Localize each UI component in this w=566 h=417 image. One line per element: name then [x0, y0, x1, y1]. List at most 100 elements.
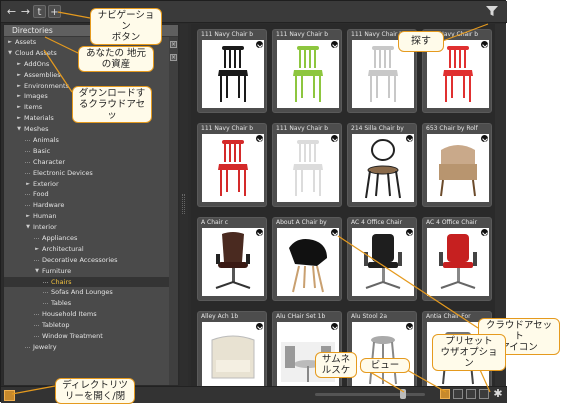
- tree-item-label: Exterior: [33, 179, 59, 188]
- tree-item[interactable]: Animals: [4, 135, 170, 146]
- cloud-download-icon[interactable]: [330, 322, 339, 331]
- tree-item[interactable]: Character: [4, 157, 170, 168]
- tree-item[interactable]: Food: [4, 189, 170, 200]
- tree-item-label: Hardware: [33, 201, 65, 210]
- tree-item-label: Food: [33, 190, 49, 199]
- collapsed-arrow-icon[interactable]: ►: [33, 244, 41, 255]
- tree-item[interactable]: Chairs: [4, 276, 170, 288]
- directories-panel: Directories ► Assets ▼ Cloud Assets ► AddOns ►…: [3, 24, 179, 386]
- up-directory-icon[interactable]: t: [33, 5, 46, 18]
- close-icon[interactable]: ×: [170, 41, 177, 48]
- callout-preset-options: プリセット ウザオプション: [432, 334, 506, 371]
- tree-item[interactable]: Basic: [4, 146, 170, 157]
- tree-item[interactable]: Window Treatment: [4, 331, 170, 342]
- asset-thumbnail-card[interactable]: AC 4 Office Chair: [422, 217, 492, 301]
- asset-title: Alu Stool 2a: [351, 313, 388, 320]
- collapsed-arrow-icon[interactable]: ►: [15, 81, 23, 92]
- asset-title: AC 4 Office Chair: [351, 219, 403, 226]
- cloud-download-icon[interactable]: [255, 228, 264, 237]
- expanded-arrow-icon[interactable]: ▼: [24, 222, 32, 233]
- back-icon[interactable]: ←: [5, 5, 18, 18]
- tree-connector: [34, 238, 39, 240]
- tree-item[interactable]: Hardware: [4, 200, 170, 211]
- asset-thumbnail-card[interactable]: Alley Ach 1b: [197, 311, 267, 386]
- cloud-download-icon[interactable]: [405, 228, 414, 237]
- collapsed-arrow-icon[interactable]: ►: [15, 70, 23, 81]
- asset-title: 111 Navy Chair b: [276, 125, 329, 132]
- asset-thumbnail-card[interactable]: A Chair c: [197, 217, 267, 301]
- grid-view-button[interactable]: [440, 389, 450, 399]
- tree-item[interactable]: ▼ Meshes: [4, 124, 170, 135]
- collapsed-arrow-icon[interactable]: ►: [15, 113, 23, 124]
- expanded-arrow-icon[interactable]: ▼: [6, 48, 14, 59]
- thumbnail-scale-slider[interactable]: [315, 393, 425, 396]
- tree-item[interactable]: Jewelry: [4, 342, 170, 353]
- cloud-download-icon[interactable]: [480, 134, 489, 143]
- cloud-download-icon[interactable]: [330, 228, 339, 237]
- asset-thumbnail-card[interactable]: 214 Silla Chair by: [347, 123, 417, 207]
- asset-thumbnail-card[interactable]: About A Chair by: [272, 217, 342, 301]
- asset-thumbnail-card[interactable]: Alu Stool 2a: [347, 311, 417, 386]
- expanded-arrow-icon[interactable]: ▼: [15, 124, 23, 135]
- filter-funnel-icon[interactable]: [485, 4, 499, 18]
- tree-item[interactable]: Sofas And Lounges: [4, 287, 170, 298]
- tree-item[interactable]: ► Human: [4, 211, 170, 222]
- chair-thumbnail: [202, 228, 264, 296]
- callout-nav-buttons: ナビゲーション ボタン: [90, 8, 162, 45]
- tree-item[interactable]: Household Items: [4, 309, 170, 320]
- tree-item[interactable]: Tabletop: [4, 320, 170, 331]
- list-view-button[interactable]: [466, 389, 476, 399]
- tree-scrollbar[interactable]: × ×: [169, 37, 178, 385]
- chair-thumbnail: [352, 134, 414, 202]
- detail-view-button[interactable]: [479, 389, 489, 399]
- expanded-arrow-icon[interactable]: ▼: [33, 266, 41, 277]
- tree-item-label: Architectural: [42, 244, 84, 253]
- panel-splitter[interactable]: [180, 24, 188, 386]
- cloud-download-icon[interactable]: [330, 134, 339, 143]
- tree-item-label: Sofas And Lounges: [51, 288, 113, 297]
- tree-item[interactable]: Tables: [4, 298, 170, 309]
- close-icon[interactable]: ×: [170, 54, 177, 61]
- tree-item[interactable]: ▼ Interior: [4, 222, 170, 233]
- cloud-download-icon[interactable]: [255, 322, 264, 331]
- asset-thumbnail-card[interactable]: 653 Chair by Rolf: [422, 123, 492, 207]
- asset-thumbnail-card[interactable]: 111 Navy Chair b: [197, 29, 267, 113]
- asset-thumbnail-card[interactable]: 111 Navy Chair b: [272, 123, 342, 207]
- asset-thumbnail-card[interactable]: 111 Navy Chair b: [272, 29, 342, 113]
- cloud-download-icon[interactable]: [255, 40, 264, 49]
- collapsed-arrow-icon[interactable]: ►: [15, 59, 23, 70]
- cloud-download-icon[interactable]: [480, 228, 489, 237]
- tree-connector: [25, 140, 30, 142]
- tree-item-label: Interior: [33, 223, 57, 232]
- tree-item-label: Materials: [24, 114, 54, 123]
- tree-item[interactable]: Decorative Accessories: [4, 255, 170, 266]
- tree-item[interactable]: ▼ Furniture: [4, 266, 170, 277]
- collapsed-arrow-icon[interactable]: ►: [15, 91, 23, 102]
- collapsed-arrow-icon[interactable]: ►: [15, 102, 23, 113]
- forward-icon[interactable]: →: [19, 5, 32, 18]
- cloud-download-icon[interactable]: [330, 40, 339, 49]
- tree-connector: [34, 314, 39, 316]
- tree-connector: [43, 292, 48, 294]
- splitter-grip[interactable]: [182, 194, 185, 214]
- tree-item[interactable]: Electronic Devices: [4, 168, 170, 179]
- cloud-download-icon[interactable]: [405, 322, 414, 331]
- collapsed-arrow-icon[interactable]: ►: [24, 179, 32, 190]
- tree-item[interactable]: Appliances: [4, 233, 170, 244]
- tree-item[interactable]: ► Exterior: [4, 179, 170, 190]
- collapsed-arrow-icon[interactable]: ►: [6, 37, 14, 48]
- tree-item[interactable]: ► Architectural: [4, 244, 170, 255]
- collapsed-arrow-icon[interactable]: ►: [24, 211, 32, 222]
- large-icon-view-button[interactable]: [453, 389, 463, 399]
- add-icon[interactable]: +: [48, 5, 61, 18]
- asset-thumbnail-card[interactable]: 111 Navy Chair b: [197, 123, 267, 207]
- thumbnail-scale-handle[interactable]: [400, 389, 406, 399]
- toggle-directory-tree-button[interactable]: [4, 390, 15, 401]
- cloud-download-icon[interactable]: [405, 134, 414, 143]
- cloud-download-icon[interactable]: [480, 40, 489, 49]
- cloud-download-icon[interactable]: [255, 134, 264, 143]
- gear-icon[interactable]: ✱: [492, 388, 504, 400]
- tree-item-label: Images: [24, 92, 48, 101]
- toolbar: ← → t +: [1, 1, 507, 23]
- asset-thumbnail-card[interactable]: AC 4 Office Chair: [347, 217, 417, 301]
